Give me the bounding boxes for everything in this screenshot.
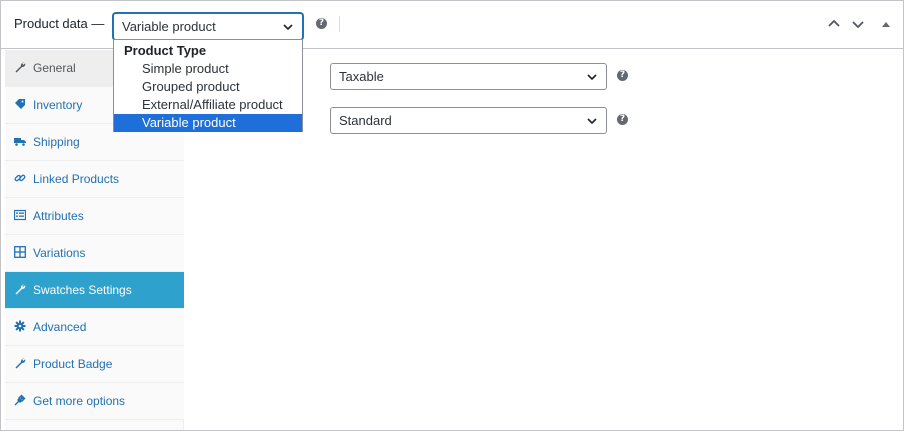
tax-class-select[interactable]: Standard [330,107,607,134]
option-variable-product[interactable]: Variable product [114,114,302,132]
wrench-icon [14,61,26,73]
option-simple-product[interactable]: Simple product [114,60,302,78]
product-type-dropdown: Product Type Simple product Grouped prod… [113,39,303,132]
tab-label: Swatches Settings [33,283,132,297]
tab-label: Variations [33,246,86,260]
link-icon [14,172,26,184]
product-type-select[interactable]: Variable product [113,13,303,40]
tab-label: Attributes [33,209,84,223]
chevron-down-icon [584,113,600,129]
grid-icon [14,246,26,258]
move-up-icon[interactable] [827,17,841,31]
truck-icon [14,135,26,147]
list-icon [14,209,26,221]
tab-label: Shipping [33,135,80,149]
option-grouped-product[interactable]: Grouped product [114,78,302,96]
product-type-value: Variable product [122,19,216,34]
dropdown-group-label: Product Type [124,43,207,58]
tab-variations[interactable]: Variations [5,235,184,272]
plug-icon [14,394,26,406]
help-icon[interactable]: ? [316,18,327,29]
gear-icon [14,320,26,332]
tab-product-badge[interactable]: Product Badge [5,346,184,383]
tab-label: Inventory [33,98,83,112]
tab-label: Advanced [33,320,87,334]
help-icon[interactable]: ? [617,70,628,81]
tab-linked-products[interactable]: Linked Products [5,161,184,198]
tag-icon [14,98,26,110]
tab-get-more-options[interactable]: Get more options [5,383,184,420]
tab-label: Get more options [33,394,126,408]
panel-title: Product data — [14,16,105,31]
option-external-affiliate-product[interactable]: External/Affiliate product [114,96,302,114]
tab-attributes[interactable]: Attributes [5,198,184,235]
collapse-toggle-icon[interactable] [879,17,893,31]
tab-advanced[interactable]: Advanced [5,309,184,346]
tab-label: General [33,61,76,75]
product-data-panel: Product data — Variable product ? Genera… [0,0,904,431]
tab-label: Linked Products [33,172,120,186]
tax-status-select[interactable]: Taxable [330,63,607,90]
wrench-icon [14,357,26,369]
wrench-icon [14,283,26,295]
help-icon[interactable]: ? [617,114,628,125]
tax-class-value: Standard [339,113,392,128]
tab-label: Product Badge [33,357,113,371]
chevron-down-icon [584,69,600,85]
tax-status-value: Taxable [339,69,384,84]
header-divider [339,16,340,32]
chevron-down-icon [280,19,296,35]
move-down-icon[interactable] [851,17,865,31]
tab-swatches-settings[interactable]: Swatches Settings [5,272,184,309]
